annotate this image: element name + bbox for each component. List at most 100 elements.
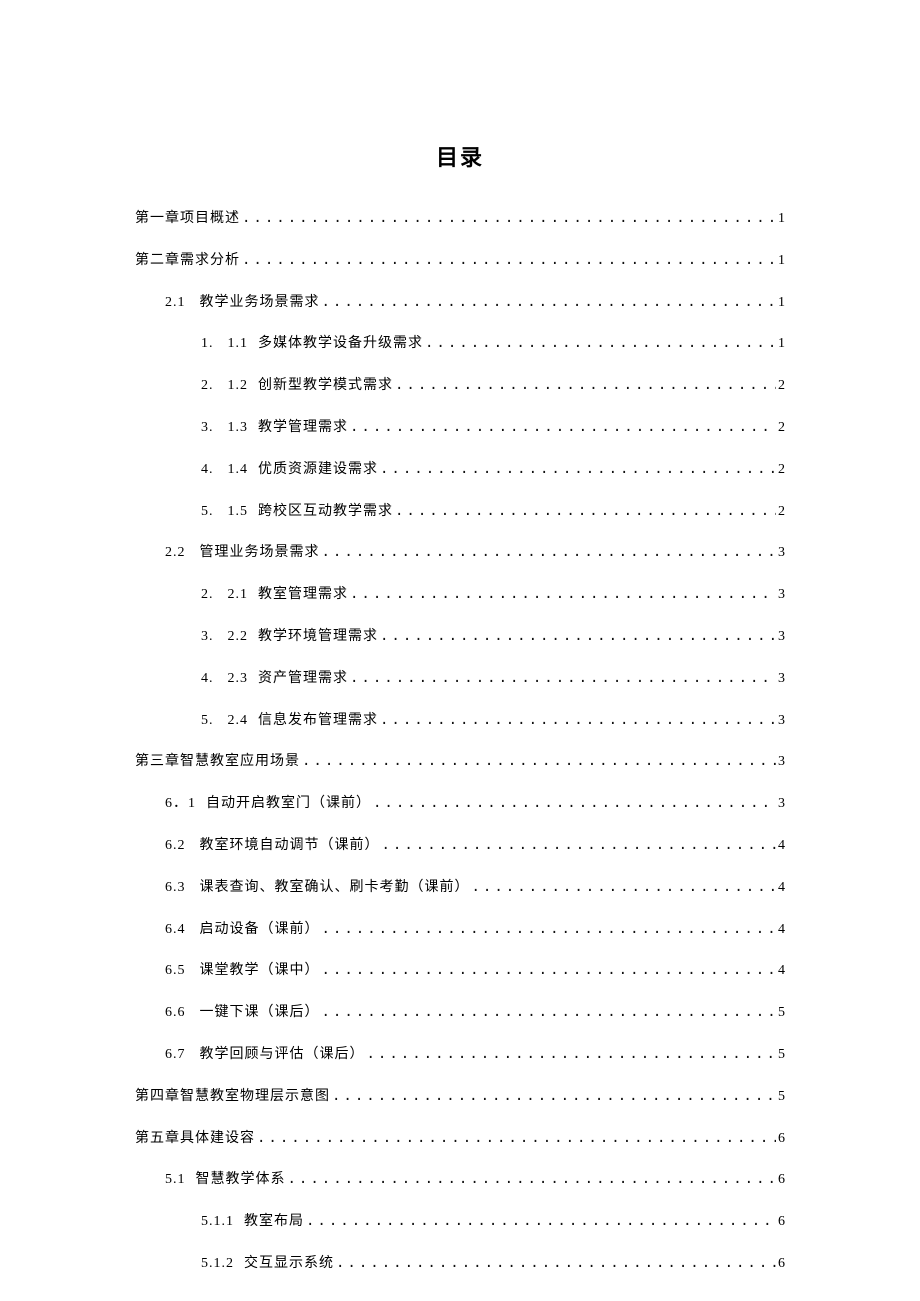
toc-leader-dots (257, 1130, 776, 1147)
toc-entry: 1.1.1多媒体教学设备升级需求 1 (135, 335, 785, 353)
document-page: 目录 第一章项目概述1第二章需求分析12.1教学业务场景需求11.1.1多媒体教… (0, 0, 920, 1273)
toc-entry: 4.1.4优质资源建设需求 2 (135, 461, 785, 479)
toc-entry-label: 5.1.1教室布局 (201, 1214, 304, 1231)
toc-entry-page: 3 (778, 754, 785, 771)
toc-entry: 第四章智慧教室物理层示意图 5 (135, 1088, 785, 1106)
toc-leader-dots (306, 1213, 776, 1230)
toc-entry-page: 4 (778, 838, 785, 855)
toc-entry: 3.2.2教学环境管理需求 3 (135, 628, 785, 646)
toc-entry: 5.1.2交互显示系统 6 (135, 1255, 785, 1273)
toc-entry-page: 2 (778, 420, 785, 437)
toc-leader-dots (332, 1088, 776, 1105)
toc-entry-label: 2.1教学业务场景需求 (165, 295, 320, 312)
toc-entry: 6.2教室环境自动调节（课前） 4 (135, 837, 785, 855)
toc-entry-label: 第三章智慧教室应用场景 (135, 754, 300, 771)
toc-leader-dots (472, 879, 777, 896)
toc-leader-dots (373, 795, 776, 812)
toc-entry-label: 6.2教室环境自动调节（课前） (165, 838, 380, 855)
toc-entry-page: 2 (778, 462, 785, 479)
toc-entry: 6.6一键下课（课后） 5 (135, 1004, 785, 1022)
toc-entry-page: 6 (778, 1131, 785, 1148)
toc-entry-page: 4 (778, 963, 785, 980)
toc-leader-dots (350, 419, 776, 436)
toc-entry: 5.1.1教室布局6 (135, 1213, 785, 1231)
toc-entry-page: 3 (778, 796, 785, 813)
toc-entry-page: 3 (778, 671, 785, 688)
toc-entry-page: 1 (778, 336, 785, 353)
toc-leader-dots (242, 210, 776, 227)
toc-entry: 5.1.5跨校区互动教学需求 2 (135, 503, 785, 521)
toc-entry-page: 3 (778, 629, 785, 646)
toc-entry-label: 2.2管理业务场景需求 (165, 545, 320, 562)
toc-leader-dots (322, 1004, 777, 1021)
toc-entry-page: 4 (778, 922, 785, 939)
toc-entry: 6.4启动设备（课前） 4 (135, 921, 785, 939)
toc-entry-label: 6.4启动设备（课前） (165, 922, 320, 939)
toc-title: 目录 (135, 140, 785, 172)
toc-entry-page: 4 (778, 880, 785, 897)
toc-entry-label: 6.6一键下课（课后） (165, 1005, 320, 1022)
toc-entry: 6.7教学回顾与评估（课后） 5 (135, 1046, 785, 1064)
toc-entry-page: 2 (778, 504, 785, 521)
toc-entry-label: 5.1.2交互显示系统 (201, 1256, 334, 1273)
toc-entry-page: 6 (778, 1172, 785, 1189)
toc-entry-label: 6.7教学回顾与评估（课后） (165, 1047, 365, 1064)
toc-entry: 2.2.1教室管理需求 3 (135, 586, 785, 604)
toc-entry-label: 4.2.3资产管理需求 (201, 671, 348, 688)
toc-entry-page: 5 (778, 1047, 785, 1064)
toc-entry-page: 5 (778, 1089, 785, 1106)
toc-entry-label: 3.2.2教学环境管理需求 (201, 629, 378, 646)
toc-entry-page: 3 (778, 587, 785, 604)
toc-entry-page: 5 (778, 1005, 785, 1022)
toc-entry-label: 3.1.3教学管理需求 (201, 420, 348, 437)
toc-entry: 第一章项目概述 1 (135, 210, 785, 228)
toc-entry-page: 2 (778, 378, 785, 395)
toc-leader-dots (336, 1255, 776, 1272)
toc-entry: 2.2管理业务场景需求 3 (135, 544, 785, 562)
toc-entry: 5.1智慧教学体系 6 (135, 1171, 785, 1189)
toc-entry-label: 第四章智慧教室物理层示意图 (135, 1089, 330, 1106)
toc-entry-page: 3 (778, 545, 785, 562)
toc-entry-label: 第一章项目概述 (135, 211, 240, 228)
toc-leader-dots (350, 586, 776, 603)
toc-entry: 4.2.3资产管理需求 3 (135, 670, 785, 688)
toc-entry-label: 5.2.4信息发布管理需求 (201, 713, 378, 730)
toc-entry-label: 1.1.1多媒体教学设备升级需求 (201, 336, 423, 353)
toc-entry-label: 5.1智慧教学体系 (165, 1172, 286, 1189)
toc-entry-page: 3 (778, 713, 785, 730)
toc-entry-page: 1 (778, 253, 785, 270)
toc-list: 第一章项目概述1第二章需求分析12.1教学业务场景需求11.1.1多媒体教学设备… (135, 210, 785, 1273)
toc-entry-label: 2.1.2创新型教学模式需求 (201, 378, 393, 395)
toc-leader-dots (367, 1046, 777, 1063)
toc-entry-label: 第二章需求分析 (135, 253, 240, 270)
toc-entry: 6.3课表查询、教室确认、刷卡考勤（课前） 4 (135, 879, 785, 897)
toc-entry: 2.1.2创新型教学模式需求 2 (135, 377, 785, 395)
toc-entry-page: 1 (778, 211, 785, 228)
toc-leader-dots (322, 294, 777, 311)
toc-leader-dots (302, 753, 776, 770)
toc-leader-dots (380, 712, 776, 729)
toc-leader-dots (395, 377, 776, 394)
toc-entry: 第二章需求分析 1 (135, 252, 785, 270)
toc-entry: 2.1教学业务场景需求1 (135, 294, 785, 312)
toc-leader-dots (382, 837, 777, 854)
toc-entry-label: 6.3课表查询、教室确认、刷卡考勤（课前） (165, 880, 470, 897)
toc-leader-dots (242, 252, 776, 269)
toc-entry-label: 2.2.1教室管理需求 (201, 587, 348, 604)
toc-leader-dots (322, 962, 777, 979)
toc-entry: 第五章具体建设容 6 (135, 1130, 785, 1148)
toc-entry: 3.1.3教学管理需求 2 (135, 419, 785, 437)
toc-leader-dots (380, 461, 776, 478)
toc-leader-dots (395, 503, 776, 520)
toc-entry-label: 6．1自动开启教室门（课前） (165, 796, 371, 813)
toc-entry-page: 6 (778, 1256, 785, 1273)
toc-entry-label: 第五章具体建设容 (135, 1131, 255, 1148)
toc-leader-dots (322, 921, 777, 938)
toc-entry: 5.2.4信息发布管理需求 3 (135, 712, 785, 730)
toc-entry: 6．1自动开启教室门（课前） 3 (135, 795, 785, 813)
toc-leader-dots (350, 670, 776, 687)
toc-entry: 6.5课堂教学（课中） 4 (135, 962, 785, 980)
toc-entry-label: 4.1.4优质资源建设需求 (201, 462, 378, 479)
toc-entry-label: 6.5课堂教学（课中） (165, 963, 320, 980)
toc-entry-label: 5.1.5跨校区互动教学需求 (201, 504, 393, 521)
